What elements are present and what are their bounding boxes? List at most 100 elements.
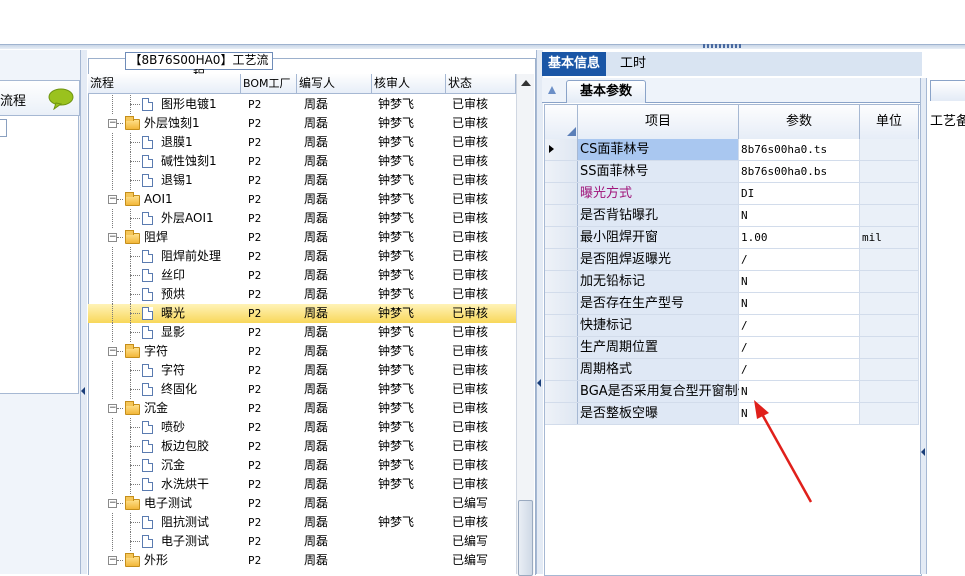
param-row[interactable]: BGA是否采用复合型开窗制作 N	[545, 381, 919, 403]
collapse-node-icon[interactable]: −	[108, 499, 117, 508]
row-header[interactable]	[545, 139, 578, 160]
tab-work-hours[interactable]: 工时	[614, 52, 652, 76]
param-value[interactable]: /	[739, 337, 860, 358]
chat-bubble-icon[interactable]	[48, 88, 74, 111]
param-row[interactable]: 是否阻焊返曝光 /	[545, 249, 919, 271]
process-row[interactable]: 阻抗测试 P2 周磊 钟梦飞 已审核	[88, 513, 516, 532]
row-header[interactable]	[545, 161, 578, 182]
col-process[interactable]: 流程	[88, 74, 241, 93]
scroll-thumb[interactable]	[518, 500, 533, 576]
process-row[interactable]: − 阻焊 P2 周磊 钟梦飞 已审核	[88, 228, 516, 247]
param-value[interactable]: 8b76s00ha0.bs	[739, 161, 860, 182]
process-row[interactable]: 终固化 P2 周磊 钟梦飞 已审核	[88, 380, 516, 399]
param-row[interactable]: 快捷标记 /	[545, 315, 919, 337]
param-value[interactable]: /	[739, 249, 860, 270]
top-splitter[interactable]	[0, 44, 965, 49]
param-value[interactable]: N	[739, 293, 860, 314]
col-writer[interactable]: 编写人	[297, 74, 372, 93]
tab-basic-params[interactable]: 基本参数	[566, 80, 646, 103]
process-row[interactable]: 碱性蚀刻1 P2 周磊 钟梦飞 已审核	[88, 152, 516, 171]
row-header[interactable]	[545, 293, 578, 314]
process-row[interactable]: 沉金 P2 周磊 钟梦飞 已审核	[88, 456, 516, 475]
folder-icon	[125, 401, 140, 415]
process-row[interactable]: 显影 P2 周磊 钟梦飞 已审核	[88, 323, 516, 342]
process-row[interactable]: 电子测试 P2 周磊 已编写	[88, 532, 516, 551]
process-row[interactable]: 退锡1 P2 周磊 钟梦飞 已审核	[88, 171, 516, 190]
param-row[interactable]: SS面菲林号 8b76s00ha0.bs	[545, 161, 919, 183]
bom-factory: P2	[248, 402, 262, 415]
collapse-node-icon[interactable]: −	[108, 404, 117, 413]
col-bom[interactable]: BOM工厂	[241, 74, 297, 93]
collapse-node-icon[interactable]: −	[108, 556, 117, 565]
splitter-grip[interactable]	[703, 44, 743, 48]
col-param[interactable]: 参数	[739, 105, 860, 139]
param-value[interactable]: 1.00	[739, 227, 860, 248]
process-row[interactable]: 水洗烘干 P2 周磊 钟梦飞 已审核	[88, 475, 516, 494]
writer: 周磊	[304, 553, 329, 567]
process-row[interactable]: 图形电镀1 P2 周磊 钟梦飞 已审核	[88, 95, 516, 114]
param-row[interactable]: 周期格式 /	[545, 359, 919, 381]
row-header[interactable]	[545, 315, 578, 336]
process-scrollbar[interactable]	[516, 74, 534, 574]
process-name: 外形	[144, 553, 169, 567]
process-row[interactable]: 退膜1 P2 周磊 钟梦飞 已审核	[88, 133, 516, 152]
param-row[interactable]: 加无铅标记 N	[545, 271, 919, 293]
process-row[interactable]: − 字符 P2 周磊 钟梦飞 已审核	[88, 342, 516, 361]
process-row[interactable]: 曝光 P2 周磊 钟梦飞 已审核	[88, 304, 516, 323]
row-header[interactable]	[545, 205, 578, 226]
collapse-node-icon[interactable]: −	[108, 119, 117, 128]
param-unit	[860, 249, 919, 270]
param-row[interactable]: 生产周期位置 /	[545, 337, 919, 359]
collapse-node-icon[interactable]: −	[108, 347, 117, 356]
collapse-left-icon[interactable]	[81, 387, 85, 395]
param-value[interactable]: N	[739, 271, 860, 292]
row-header[interactable]	[545, 183, 578, 204]
param-value[interactable]: /	[739, 315, 860, 336]
collapse-middle-icon[interactable]	[537, 379, 541, 387]
row-header[interactable]	[545, 403, 578, 424]
tab-basic-info[interactable]: 基本信息	[542, 52, 607, 76]
process-row[interactable]: 预烘 P2 周磊 钟梦飞 已审核	[88, 285, 516, 304]
middle-splitter[interactable]	[536, 50, 543, 574]
process-row[interactable]: 喷砂 P2 周磊 钟梦飞 已审核	[88, 418, 516, 437]
process-row[interactable]: 阻焊前处理 P2 周磊 钟梦飞 已审核	[88, 247, 516, 266]
process-row[interactable]: − 沉金 P2 周磊 钟梦飞 已审核	[88, 399, 516, 418]
param-row[interactable]: 曝光方式 DI	[545, 183, 919, 205]
row-header[interactable]	[545, 271, 578, 292]
process-row[interactable]: − 外层蚀刻1 P2 周磊 钟梦飞 已审核	[88, 114, 516, 133]
left-panel-input[interactable]	[0, 119, 7, 137]
param-row[interactable]: 是否背钻曝孔 N	[545, 205, 919, 227]
process-row[interactable]: − 电子测试 P2 周磊 已编写	[88, 494, 516, 513]
process-row[interactable]: 外层AOI1 P2 周磊 钟梦飞 已审核	[88, 209, 516, 228]
collapse-node-icon[interactable]: −	[108, 195, 117, 204]
process-row[interactable]: − 外形 P2 周磊 已编写	[88, 551, 516, 570]
row-header[interactable]	[545, 337, 578, 358]
col-reviewer[interactable]: 核审人	[372, 74, 446, 93]
col-item[interactable]: 项目	[578, 105, 739, 139]
process-row[interactable]: 字符 P2 周磊 钟梦飞 已审核	[88, 361, 516, 380]
row-header[interactable]	[545, 249, 578, 270]
param-value[interactable]: N	[739, 205, 860, 226]
document-icon	[142, 212, 153, 225]
process-row[interactable]: 板边包胶 P2 周磊 钟梦飞 已审核	[88, 437, 516, 456]
process-row[interactable]: 丝印 P2 周磊 钟梦飞 已审核	[88, 266, 516, 285]
left-splitter[interactable]	[80, 50, 87, 574]
collapse-node-icon[interactable]: −	[108, 233, 117, 242]
collapse-right-icon[interactable]	[921, 448, 925, 456]
col-unit[interactable]: 单位	[860, 105, 919, 139]
row-header[interactable]	[545, 381, 578, 402]
param-value[interactable]: 8b76s00ha0.ts	[739, 139, 860, 160]
param-row[interactable]: 最小阻焊开窗 1.00 mil	[545, 227, 919, 249]
process-row[interactable]: − AOI1 P2 周磊 钟梦飞 已审核	[88, 190, 516, 209]
row-header-corner[interactable]	[545, 105, 578, 139]
row-header[interactable]	[545, 227, 578, 248]
remarks-tab[interactable]	[930, 80, 965, 101]
param-row[interactable]: 是否存在生产型号 N	[545, 293, 919, 315]
param-row[interactable]: CS面菲林号 8b76s00ha0.ts	[545, 139, 919, 161]
row-header[interactable]	[545, 359, 578, 380]
scroll-up-icon[interactable]	[521, 80, 531, 86]
col-status[interactable]: 状态	[446, 74, 516, 93]
param-value[interactable]: DI	[739, 183, 860, 204]
param-value[interactable]: /	[739, 359, 860, 380]
param-row[interactable]: 是否整板空曝 N	[545, 403, 919, 425]
